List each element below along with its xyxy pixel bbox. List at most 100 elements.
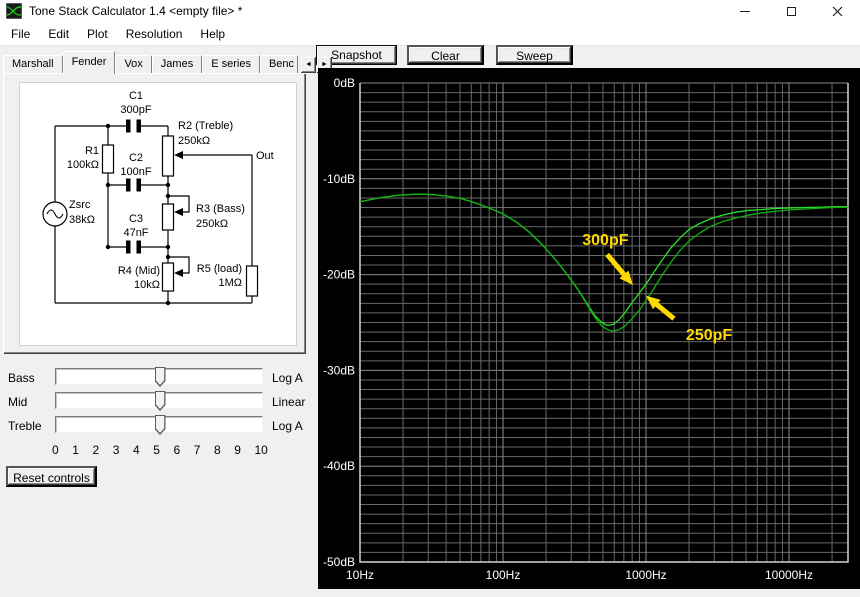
app-icon <box>6 3 22 19</box>
tab-marshall-label: Marshall <box>12 58 54 70</box>
svg-text:0dB: 0dB <box>334 76 355 90</box>
tab-eseries[interactable]: E series <box>202 55 260 74</box>
mid-slider-row: Mid Linear <box>0 392 310 410</box>
c3-value-label: 47nF <box>123 227 148 239</box>
component-labels: C1 300pF R2 (Treble) 250kΩ Out R1 100kΩ … <box>67 90 274 291</box>
bass-slider-row: Bass Log A <box>0 368 310 386</box>
scale-tick-5: 5 <box>153 443 160 457</box>
scale-tick-1: 1 <box>72 443 79 457</box>
r2-name-label: R2 (Treble) <box>178 120 233 132</box>
title-bar: Tone Stack Calculator 1.4 <empty file> * <box>0 0 860 22</box>
bass-slider-track[interactable] <box>55 368 263 385</box>
zsrc-value-label: 38kΩ <box>69 214 95 226</box>
potentiometer-wipers <box>174 151 183 277</box>
c3-name-label: C3 <box>129 213 143 225</box>
tab-bench[interactable]: Benc <box>259 55 298 74</box>
slider-scale: 0 1 2 3 4 5 6 7 8 9 10 <box>52 443 268 457</box>
menu-edit[interactable]: Edit <box>39 23 78 45</box>
c1-name-label: C1 <box>129 90 143 102</box>
svg-text:1000Hz: 1000Hz <box>625 568 666 582</box>
menu-help[interactable]: Help <box>191 23 234 45</box>
r4-value-label: 10kΩ <box>134 279 160 291</box>
menu-bar: File Edit Plot Resolution Help <box>0 22 860 46</box>
frequency-response-plot: 0dB -10dB -20dB -30dB -40dB -50dB 10Hz 100Hz 100… <box>318 68 860 589</box>
tone-stack-calculator-window: { "window": { "title": "Tone Stack Calcu… <box>0 0 860 597</box>
reset-controls-button[interactable]: Reset controls <box>6 466 97 487</box>
arrow-right-icon: ► <box>320 61 328 68</box>
close-button[interactable] <box>814 0 860 22</box>
treble-slider-label: Treble <box>8 419 42 433</box>
minimize-button[interactable] <box>722 0 768 22</box>
plot-grid: 0dB -10dB -20dB -30dB -40dB -50dB10Hz 100Hz 100… <box>323 76 849 582</box>
clear-button[interactable]: Clear <box>407 45 484 65</box>
tab-james-label: James <box>160 58 194 70</box>
circuit-schematic: C1 300pF R2 (Treble) 250kΩ Out R1 100kΩ … <box>19 82 297 346</box>
scale-tick-3: 3 <box>112 443 120 457</box>
arrow-left-icon: ◄ <box>304 61 312 68</box>
r2-value-label: 250kΩ <box>178 135 210 147</box>
bass-slider-thumb[interactable] <box>155 367 166 387</box>
scale-tick-10: 10 <box>254 443 268 457</box>
scale-tick-6: 6 <box>173 443 181 457</box>
svg-text:10Hz: 10Hz <box>346 568 374 582</box>
c2-value-label: 100nF <box>120 166 151 178</box>
bass-taper-label: Log A <box>272 371 303 385</box>
svg-text:10000Hz: 10000Hz <box>765 568 813 582</box>
menu-file[interactable]: File <box>2 23 39 45</box>
r1-name-label: R1 <box>85 145 99 157</box>
zsrc-name-label: Zsrc <box>69 199 91 211</box>
r1-value-label: 100kΩ <box>67 159 99 171</box>
svg-text:-30dB: -30dB <box>323 363 355 377</box>
fender-tone-stack-schematic: C1 300pF R2 (Treble) 250kΩ Out R1 100kΩ … <box>42 90 274 306</box>
plot-canvas: 0dB -10dB -20dB -30dB -40dB -50dB10Hz 100Hz 100… <box>323 76 849 582</box>
c1-value-label: 300pF <box>120 104 151 116</box>
treble-slider-thumb[interactable] <box>155 415 166 435</box>
r3-value-label: 250kΩ <box>196 218 228 230</box>
scale-tick-2: 2 <box>92 443 100 457</box>
maximize-button[interactable] <box>768 0 814 22</box>
svg-text:-20dB: -20dB <box>323 268 355 282</box>
sweep-button[interactable]: Sweep <box>496 45 573 65</box>
tab-scroll-left-button[interactable]: ◄ <box>300 57 316 73</box>
window-title: Tone Stack Calculator 1.4 <empty file> * <box>29 4 243 18</box>
window-controls <box>722 0 860 22</box>
scale-tick-8: 8 <box>214 443 221 457</box>
treble-slider-track[interactable] <box>55 416 263 433</box>
mid-slider-track[interactable] <box>55 392 263 409</box>
r4-name-label: R4 (Mid) <box>118 265 160 277</box>
tab-fender-label: Fender <box>71 56 107 68</box>
tab-vox-label: Vox <box>124 58 143 70</box>
tone-stack-tabs: Marshall Fender Vox James E series Benc … <box>3 51 332 74</box>
menu-resolution[interactable]: Resolution <box>117 23 192 45</box>
treble-slider-row: Treble Log A <box>0 416 310 434</box>
tab-fender[interactable]: Fender <box>62 51 116 74</box>
r5-value-label: 1MΩ <box>218 277 242 289</box>
svg-text:100Hz: 100Hz <box>486 568 521 582</box>
svg-text:-40dB: -40dB <box>323 459 355 473</box>
svg-text:-50dB: -50dB <box>323 555 355 569</box>
treble-taper-label: Log A <box>272 419 303 433</box>
scale-tick-7: 7 <box>193 443 201 457</box>
scale-tick-9: 9 <box>234 443 241 457</box>
source-zsrc <box>42 201 68 227</box>
tab-bench-label: Benc <box>268 58 295 70</box>
r5-name-label: R5 (load) <box>197 263 242 275</box>
tab-marshall[interactable]: Marshall <box>3 55 63 74</box>
scale-tick-4: 4 <box>133 443 140 457</box>
out-label: Out <box>256 150 274 162</box>
menu-plot[interactable]: Plot <box>78 23 117 45</box>
tab-vox[interactable]: Vox <box>115 55 152 74</box>
r3-name-label: R3 (Bass) <box>196 203 245 215</box>
tab-eseries-label: E series <box>211 58 251 70</box>
svg-text:250pF: 250pF <box>686 327 732 344</box>
minimize-icon <box>740 10 750 12</box>
mid-slider-label: Mid <box>8 395 28 409</box>
bass-slider-label: Bass <box>8 371 35 385</box>
mid-taper-label: Linear <box>272 395 306 409</box>
tab-james[interactable]: James <box>151 55 203 74</box>
scale-tick-0: 0 <box>52 443 59 457</box>
fender-tab-panel: C1 300pF R2 (Treble) 250kΩ Out R1 100kΩ … <box>3 73 306 354</box>
c2-name-label: C2 <box>129 152 143 164</box>
mid-slider-thumb[interactable] <box>155 391 166 411</box>
svg-text:-10dB: -10dB <box>323 172 355 186</box>
